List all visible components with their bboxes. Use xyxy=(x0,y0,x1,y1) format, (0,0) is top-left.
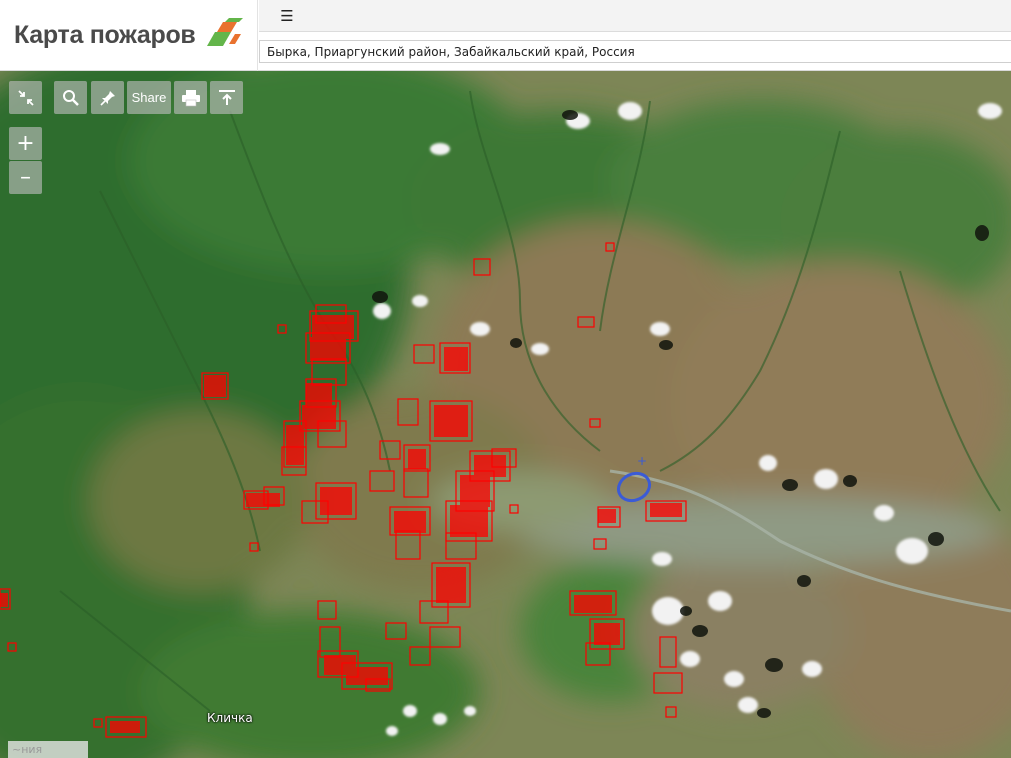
search-button[interactable] xyxy=(54,81,87,114)
fire-logo-icon xyxy=(206,17,243,46)
printer-icon xyxy=(181,89,200,106)
satellite-imagery: + xyxy=(0,71,1011,758)
upload-icon xyxy=(218,89,235,105)
svg-text:+: + xyxy=(637,454,647,468)
hamburger-menu-icon[interactable]: ☰ xyxy=(277,6,297,26)
fullscreen-toggle-button[interactable] xyxy=(9,81,42,114)
location-search-input[interactable] xyxy=(259,40,1011,63)
upload-button[interactable] xyxy=(210,81,243,114)
satellite-map[interactable]: + Share + – Кличка ~ния xyxy=(0,71,1011,758)
search-icon xyxy=(62,89,79,106)
place-label: Кличка xyxy=(207,711,253,725)
brand[interactable]: Карта пожаров xyxy=(0,0,258,71)
pin-button[interactable] xyxy=(91,81,124,114)
share-button[interactable]: Share xyxy=(127,81,171,114)
app-header: Карта пожаров ☰ xyxy=(0,0,1011,71)
menu-bar: ☰ xyxy=(259,0,1011,32)
print-button[interactable] xyxy=(174,81,207,114)
pushpin-icon xyxy=(99,90,115,106)
collapse-arrows-icon xyxy=(17,89,34,106)
zoom-out-button[interactable]: – xyxy=(9,161,42,194)
map-attribution: ~ния xyxy=(8,741,88,758)
zoom-in-button[interactable]: + xyxy=(9,127,42,160)
app-title: Карта пожаров xyxy=(14,21,196,49)
